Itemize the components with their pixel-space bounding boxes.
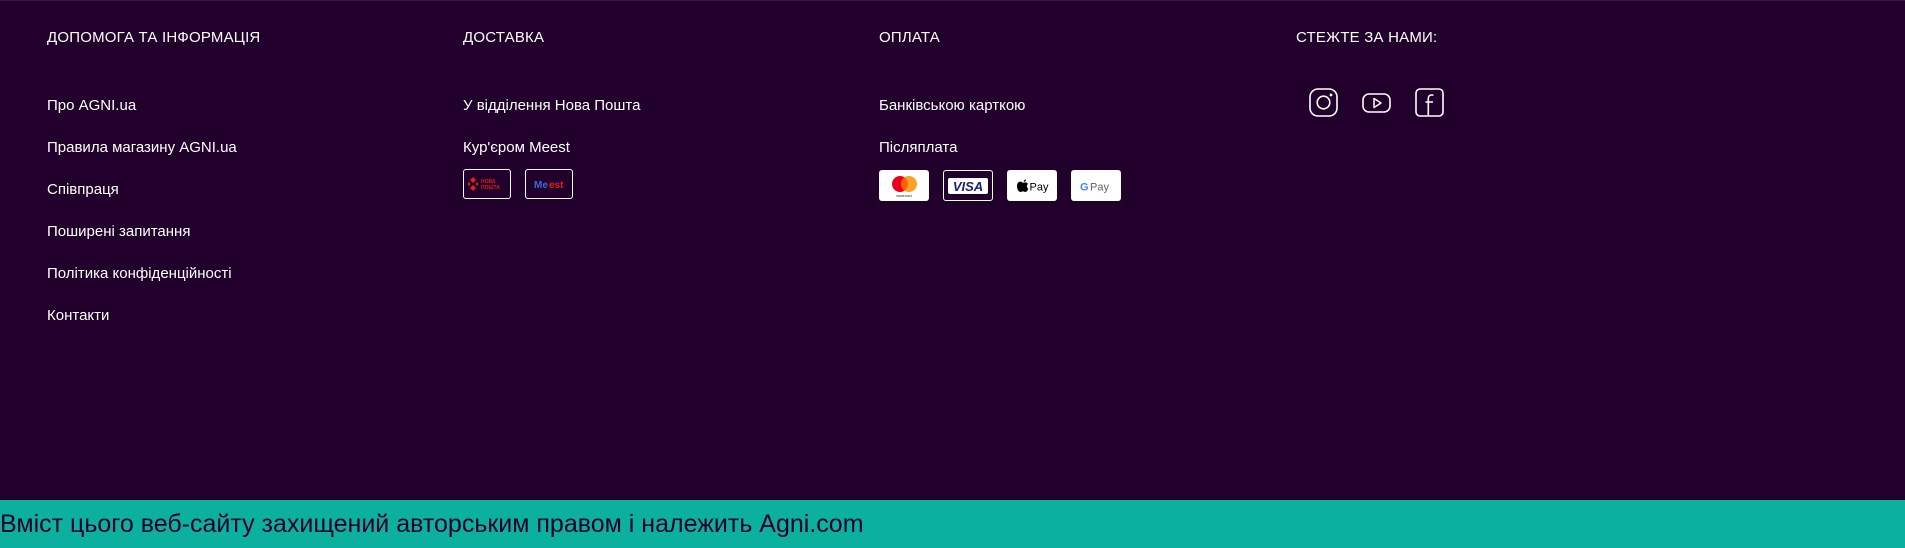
payment-column: ОПЛАТА Банківською карткою Післяплата ma… (879, 29, 1121, 201)
copyright-text: Вміст цього веб-сайту захищений авторськ… (0, 510, 864, 538)
svg-text:VISA: VISA (953, 179, 983, 194)
cooperation-link[interactable]: Співпраця (47, 181, 119, 198)
link-item: Правила магазину AGNI.ua (47, 139, 237, 181)
social-column: СТЕЖТЕ ЗА НАМИ: (1296, 29, 1444, 117)
svg-text:mastercard: mastercard (896, 194, 912, 198)
svg-text:ПОШТА: ПОШТА (481, 185, 500, 191)
svg-text:Pay: Pay (1090, 181, 1109, 193)
link-item: Співпраця (47, 181, 237, 223)
social-icons (1308, 87, 1445, 118)
delivery-column: ДОСТАВКА У відділення Нова Пошта Кур'єро… (463, 29, 640, 199)
apple-pay-logo: Pay (1007, 170, 1057, 201)
instagram-icon[interactable] (1308, 87, 1339, 118)
link-item: Поширені запитання (47, 223, 237, 265)
meest-logo: Me est (525, 169, 573, 199)
contacts-link[interactable]: Контакти (47, 307, 109, 324)
help-info-links: Про AGNI.ua Правила магазину AGNI.ua Спі… (47, 97, 237, 349)
youtube-icon[interactable] (1361, 87, 1392, 118)
payment-links: Банківською карткою Післяплата (879, 97, 1025, 181)
google-pay-logo: G Pay (1071, 170, 1121, 201)
copyright-bar: Вміст цього веб-сайту захищений авторськ… (0, 500, 1905, 548)
svg-text:Pay: Pay (1030, 181, 1049, 193)
link-item: Політика конфіденційності (47, 265, 237, 307)
link-item: Банківською карткою (879, 97, 1025, 139)
mastercard-logo: mastercard (879, 170, 929, 201)
link-item: Контакти (47, 307, 237, 349)
nova-poshta-logo: НОВА ПОШТА (463, 169, 511, 199)
payment-logos: mastercard VISA Pay G Pay (879, 170, 1121, 201)
store-rules-link[interactable]: Правила магазину AGNI.ua (47, 139, 237, 156)
link-item: У відділення Нова Пошта (463, 97, 640, 139)
faq-link[interactable]: Поширені запитання (47, 223, 190, 240)
delivery-heading: ДОСТАВКА (463, 29, 545, 46)
nova-poshta-link[interactable]: У відділення Нова Пошта (463, 97, 640, 114)
about-link[interactable]: Про AGNI.ua (47, 97, 136, 114)
facebook-icon[interactable] (1414, 87, 1445, 118)
privacy-policy-link[interactable]: Політика конфіденційності (47, 265, 232, 282)
meest-courier-link[interactable]: Кур'єром Meest (463, 139, 570, 156)
help-info-column: ДОПОМОГА ТА ІНФОРМАЦІЯ Про AGNI.ua Прави… (47, 29, 261, 324)
svg-text:est: est (549, 180, 564, 191)
social-heading: СТЕЖТЕ ЗА НАМИ: (1296, 29, 1438, 46)
visa-logo: VISA (943, 170, 993, 201)
help-info-heading: ДОПОМОГА ТА ІНФОРМАЦІЯ (47, 29, 261, 46)
cash-on-delivery-link[interactable]: Післяплата (879, 139, 957, 156)
site-footer: ДОПОМОГА ТА ІНФОРМАЦІЯ Про AGNI.ua Прави… (0, 0, 1905, 501)
carrier-logos: НОВА ПОШТА Me est (463, 169, 573, 199)
svg-text:Me: Me (534, 180, 548, 191)
payment-heading: ОПЛАТА (879, 29, 940, 46)
svg-text:G: G (1080, 181, 1089, 193)
card-payment-link[interactable]: Банківською карткою (879, 97, 1025, 114)
link-item: Про AGNI.ua (47, 97, 237, 139)
